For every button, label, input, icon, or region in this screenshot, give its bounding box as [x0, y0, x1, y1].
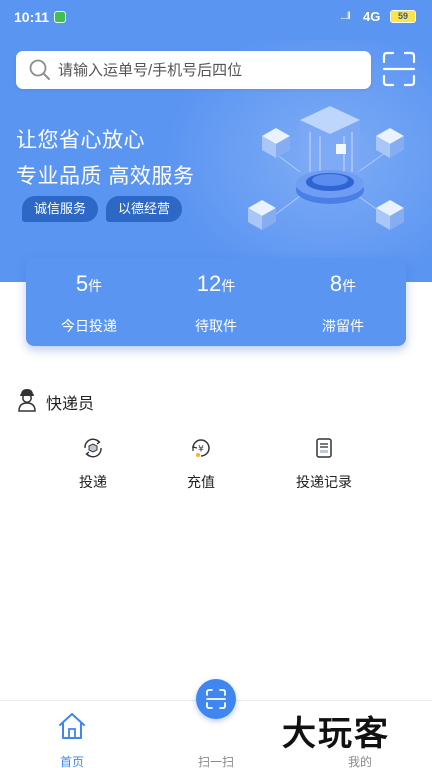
action-label: 投递记录 [296, 474, 352, 490]
delivery-icon [84, 438, 102, 458]
scan-icon[interactable] [381, 50, 417, 88]
stat-unit: 件 [88, 278, 103, 294]
action-label: 充值 [187, 474, 215, 490]
stat-value: 12件 [153, 271, 279, 297]
cube-icon [262, 128, 290, 158]
stat-unit: 件 [342, 278, 357, 294]
battery-level: 59 [391, 11, 415, 22]
action-recharge[interactable]: ¥ 充值 [153, 432, 249, 502]
stat-today-delivered[interactable]: 5件 今日投递 [26, 258, 152, 346]
network-type: 4G [363, 9, 381, 24]
status-bar: 10:11 ....ll 4G 59 [0, 0, 432, 36]
scan-icon [206, 689, 226, 709]
record-icon [316, 438, 332, 458]
signal-icon: ....ll [340, 11, 351, 22]
banner-slogan-line1: 让您省心放心 [16, 129, 145, 152]
stat-stranded[interactable]: 8件 滞留件 [280, 258, 406, 346]
section-title: 快递员 [46, 396, 95, 413]
search-icon [29, 59, 50, 80]
stat-number: 12 [196, 271, 222, 296]
banner-illustration [248, 106, 404, 230]
banner-slogan-line2: 专业品质 高效服务 [16, 165, 195, 188]
stat-value: 8件 [280, 271, 406, 297]
recharge-icon: ¥ [192, 439, 210, 457]
watermark-logo: 大玩客 [282, 706, 412, 754]
stats-card: 5件 今日投递 12件 待取件 8件 滞留件 [26, 258, 406, 346]
tab-home[interactable]: 首页 [17, 701, 127, 768]
action-delivery-record[interactable]: 投递记录 [276, 432, 372, 502]
home-icon [59, 713, 85, 739]
tab-label: 扫一扫 [197, 755, 234, 768]
watermark-text: 大玩客 [282, 714, 390, 754]
scan-button[interactable] [196, 679, 236, 719]
search-bar[interactable] [16, 51, 371, 89]
banner-tag: 以德经营 [106, 196, 183, 222]
stat-value: 5件 [26, 271, 152, 297]
action-delivery[interactable]: 投递 [45, 432, 141, 502]
stat-number: 8 [329, 271, 343, 296]
stat-pending-pickup[interactable]: 12件 待取件 [153, 258, 279, 346]
svg-text:¥: ¥ [198, 445, 204, 455]
stat-label: 今日投递 [61, 318, 117, 334]
stat-unit: 件 [221, 278, 236, 294]
status-time: 10:11 [14, 9, 50, 25]
action-label: 投递 [79, 474, 107, 490]
courier-icon [18, 389, 36, 412]
notification-icon [54, 11, 66, 23]
battery-icon: 59 [390, 10, 416, 23]
tab-label: 首页 [59, 755, 84, 768]
stat-number: 5 [75, 271, 89, 296]
stat-label: 待取件 [195, 318, 237, 334]
tab-label: 我的 [347, 755, 372, 768]
stat-label: 滞留件 [322, 318, 364, 334]
hero-banner: 10:11 ....ll 4G 59 让您省心放心 专业品质 高效服务 诚信服务… [0, 0, 432, 282]
search-input[interactable] [58, 51, 363, 89]
banner-tag: 诚信服务 [22, 196, 99, 222]
